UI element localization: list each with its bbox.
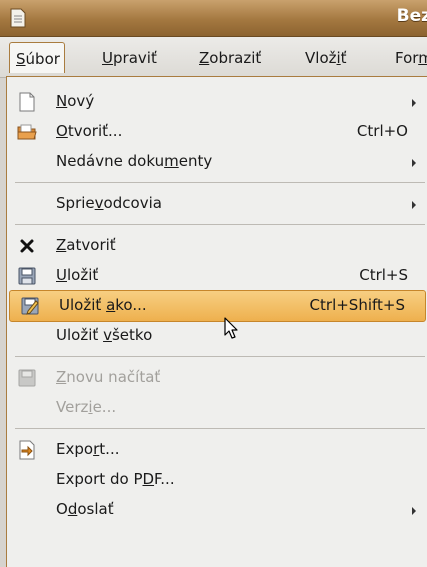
menu-label: Súbor [16, 50, 60, 68]
new-document-icon [17, 92, 37, 112]
menu-item-label: Nedávne dokumenty [56, 152, 213, 170]
save-as-icon [20, 296, 40, 316]
menu-item-label: Znovu načítať [56, 368, 161, 386]
menu-item-shortcut: Ctrl+S [359, 266, 408, 284]
document-app-icon [10, 8, 26, 28]
submenu-arrow-icon [412, 159, 416, 167]
menu-subor[interactable]: Súbor [9, 42, 65, 73]
submenu-arrow-icon [412, 201, 416, 209]
menu-item-znovu-nacitat: Znovu načítať [7, 363, 427, 393]
menu-item-label: Otvoriť... [56, 122, 123, 140]
menu-item-label: Odoslať [56, 500, 114, 518]
menu-item-export[interactable]: Export... [7, 435, 427, 465]
menu-vlozit[interactable]: Vložiť [305, 49, 347, 67]
menu-label: Upraviť [102, 49, 157, 67]
menu-item-verzie: Verzie... [7, 393, 427, 423]
menu-label: Form [395, 49, 427, 67]
menu-item-label: Export... [56, 440, 120, 458]
file-menu-dropdown: Nový Otvoriť... Ctrl+O Nedávne dokumenty Spr… [6, 76, 427, 567]
menu-item-label: Uložiť ako... [59, 296, 147, 314]
menu-item-label: Uložiť [56, 266, 99, 284]
menu-item-otvorit[interactable]: Otvoriť... Ctrl+O [7, 117, 427, 147]
menu-item-label: Zatvoriť [56, 236, 116, 254]
menu-item-label: Nový [56, 92, 95, 110]
menu-label: Zobraziť [199, 49, 262, 67]
menu-separator [15, 224, 425, 225]
menu-item-label: Sprievodcovia [56, 194, 162, 212]
reload-icon [17, 368, 37, 388]
menu-separator [15, 182, 425, 183]
export-icon [17, 440, 37, 460]
menu-zobrazit[interactable]: Zobraziť [199, 49, 261, 67]
menu-label: Vložiť [305, 49, 347, 67]
menu-item-export-do-pdf[interactable]: Export do PDF... [7, 465, 427, 495]
menu-item-shortcut: Ctrl+Shift+S [309, 296, 405, 314]
menu-item-novy[interactable]: Nový [7, 87, 427, 117]
menu-item-zatvorit[interactable]: Zatvoriť [7, 231, 427, 261]
close-x-icon [17, 236, 37, 256]
menu-item-ulozit[interactable]: Uložiť Ctrl+S [7, 261, 427, 291]
menu-item-odoslat[interactable]: Odoslať [7, 495, 427, 525]
menu-item-label: Verzie... [56, 398, 117, 416]
menu-item-nedavne-dokumenty[interactable]: Nedávne dokumenty [7, 147, 427, 177]
menu-item-ulozit-vsetko[interactable]: Uložiť všetko [7, 321, 427, 351]
open-folder-icon [17, 122, 37, 142]
menu-upravit[interactable]: Upraviť [102, 49, 157, 67]
save-floppy-icon [17, 266, 37, 286]
menu-item-sprievodcovia[interactable]: Sprievodcovia [7, 189, 427, 219]
menu-separator [15, 428, 425, 429]
menu-item-label: Uložiť všetko [56, 326, 153, 344]
submenu-arrow-icon [412, 507, 416, 515]
submenu-arrow-icon [412, 99, 416, 107]
menu-bar: Súbor Upraviť Zobraziť Vložiť Form [0, 37, 427, 78]
window-titlebar[interactable]: Bez [0, 0, 427, 37]
menu-item-shortcut: Ctrl+O [356, 122, 408, 140]
window-title: Bez [396, 6, 427, 26]
menu-item-label: Export do PDF... [56, 470, 175, 488]
mouse-pointer-icon [224, 317, 238, 339]
menu-item-ulozit-ako[interactable]: Uložiť ako... Ctrl+Shift+S [9, 290, 426, 322]
menu-form[interactable]: Form [395, 49, 427, 67]
menu-separator [15, 356, 425, 357]
